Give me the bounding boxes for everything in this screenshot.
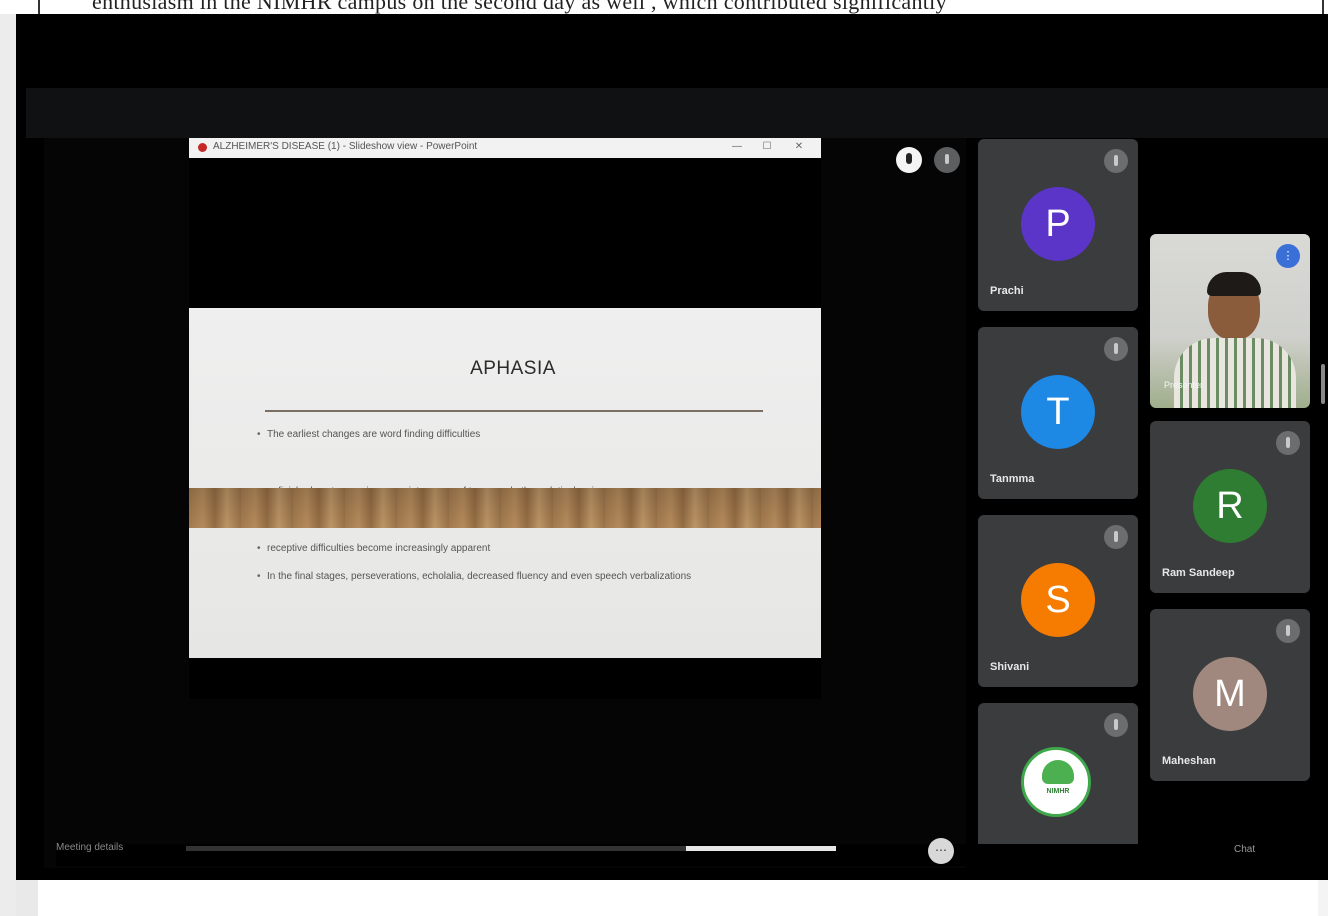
presentation-window: ALZHEIMER'S DISEASE (1) - Slideshow view…	[189, 138, 821, 699]
logo-text: NIMHR	[1046, 788, 1070, 795]
logo-leaf-icon	[1042, 760, 1074, 784]
organization-logo: NIMHR	[1021, 747, 1091, 817]
mic-off-icon	[1276, 431, 1300, 455]
scrollbar[interactable]	[1321, 364, 1325, 404]
page-margin	[16, 880, 38, 916]
document-text-line: enthusiasm in the NIMHR campus on the se…	[92, 0, 947, 14]
mic-off-icon	[1104, 337, 1128, 361]
window-title: ALZHEIMER'S DISEASE (1) - Slideshow view…	[213, 141, 478, 152]
meeting-screenshot: ALZHEIMER'S DISEASE (1) - Slideshow view…	[16, 14, 1328, 880]
close-icon[interactable]: ✕	[791, 140, 807, 154]
meeting-details-link[interactable]: Meeting details	[56, 842, 123, 853]
page-margin	[0, 14, 16, 916]
participant-tile-shivani[interactable]: S Shivani	[978, 515, 1138, 687]
more-options-button[interactable]: ⋯	[928, 838, 954, 864]
video-person-hair	[1207, 272, 1261, 296]
mic-off-icon	[1104, 713, 1128, 737]
participant-name: Shivani	[990, 661, 1030, 673]
maximize-icon[interactable]: ☐	[759, 140, 775, 154]
participant-tile-ram-sandeep[interactable]: R Ram Sandeep	[1150, 421, 1310, 593]
document-border-left	[38, 0, 40, 14]
chat-button[interactable]: Chat	[1234, 844, 1255, 855]
mic-off-icon	[1104, 525, 1128, 549]
video-person-body	[1174, 338, 1296, 408]
participant-name: Prachi	[990, 285, 1024, 297]
avatar: R	[1193, 469, 1267, 543]
powerpoint-app-icon	[198, 143, 207, 152]
slide-bullet: In the final stages, perseverations, ech…	[257, 569, 697, 585]
mic-off-icon	[1276, 619, 1300, 643]
slide-bullet: The earliest changes are word finding di…	[257, 427, 727, 443]
document-page-strip: enthusiasm in the NIMHR campus on the se…	[0, 0, 1328, 14]
document-border-right	[1322, 0, 1324, 14]
participant-name: Tanmma	[990, 473, 1035, 485]
participant-name: Ram Sandeep	[1162, 567, 1235, 579]
avatar: S	[1021, 563, 1095, 637]
avatar: P	[1021, 187, 1095, 261]
scrollbar-thumb[interactable]	[686, 846, 836, 851]
participant-video-tile[interactable]: ⋮ Presenter	[1150, 234, 1310, 408]
participant-tile-tanmma[interactable]: T Tanmma	[978, 327, 1138, 499]
minimize-icon[interactable]: —	[729, 140, 745, 154]
window-titlebar[interactable]: ALZHEIMER'S DISEASE (1) - Slideshow view…	[189, 138, 821, 158]
participant-name: Maheshan	[1162, 755, 1216, 767]
slide-title: APHASIA	[470, 358, 556, 379]
mic-off-icon[interactable]	[934, 147, 960, 173]
slide-title-divider	[265, 410, 763, 412]
mic-icon[interactable]	[896, 147, 922, 173]
document-page-area	[38, 880, 1318, 916]
participant-name: Presenter	[1164, 380, 1204, 390]
speaking-indicator-icon: ⋮	[1276, 244, 1300, 268]
participant-tile-maheshan[interactable]: M Maheshan	[1150, 609, 1310, 781]
avatar: M	[1193, 657, 1267, 731]
slide-bullet: receptive difficulties become increasing…	[257, 541, 727, 557]
horizontal-scrollbar[interactable]	[186, 846, 836, 851]
meeting-top-bar	[26, 88, 1328, 138]
slide-floor-shade	[189, 488, 821, 528]
avatar: T	[1021, 375, 1095, 449]
participant-tile-prachi[interactable]: P Prachi	[978, 139, 1138, 311]
participant-tile-nimhr[interactable]: NIMHR	[978, 703, 1138, 853]
slide-content: APHASIA The earliest changes are word fi…	[189, 308, 821, 658]
mic-off-icon	[1104, 149, 1128, 173]
